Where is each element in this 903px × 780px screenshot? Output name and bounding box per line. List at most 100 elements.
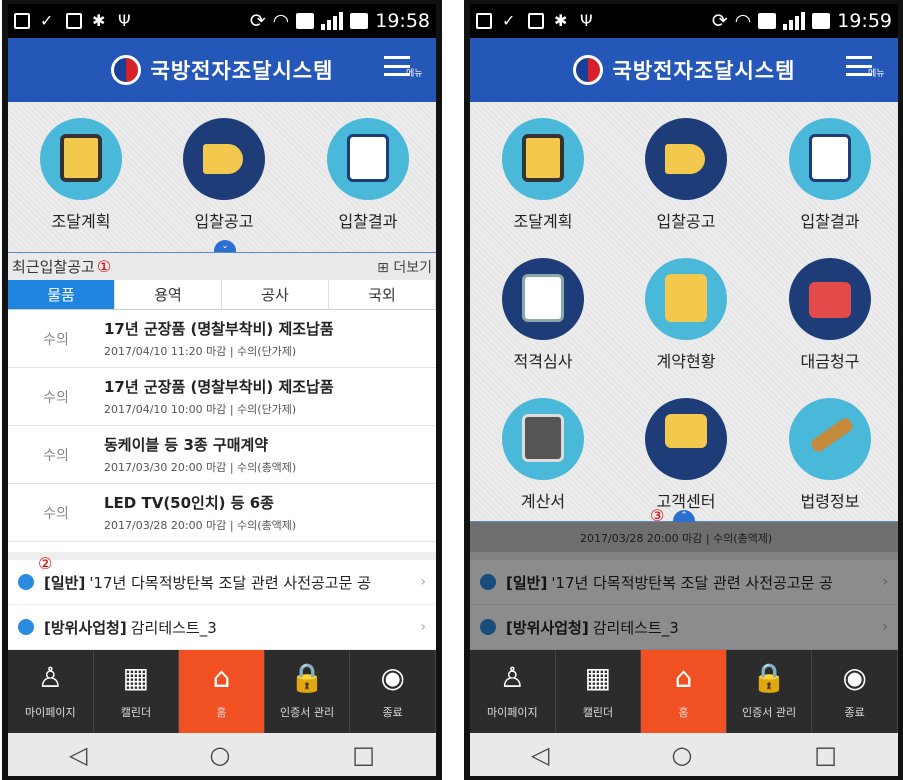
data-icon [296,13,315,29]
bid-type: 수의 [43,389,69,406]
nav-label: 인증서 관리 [280,706,335,719]
check-icon: ✓ [40,11,54,30]
gallery-icon [14,13,30,29]
tile-qualification-review[interactable]: 적격심사 [473,242,613,382]
status-bar: ✓ ✱ Ψ ⟳ ◠ 19:58 [8,4,436,38]
more-link[interactable]: ⊞ 더보기 [377,257,432,277]
nav-label: 홈 [678,706,689,719]
power-icon: ◉ [842,660,867,694]
bid-deadline: 2017/04/10 10:00 마감 | 수의(단가제) [104,403,297,416]
tile-bid-notice[interactable]: 입찰공고 [154,102,294,242]
status-bar: ✓ ✱ Ψ ⟳ ◠ 19:59 [470,4,898,38]
nav-calendar[interactable]: ▦ 캘린더 [556,650,642,733]
clipboard-icon [502,118,584,200]
search-document-icon [789,118,871,200]
tile-invoice[interactable]: 계산서 [473,382,613,522]
tab-overseas[interactable]: 국외 [329,280,436,309]
home-icon: ⌂ [212,660,231,694]
dim-overlay [470,522,898,650]
bid-row[interactable]: 수의 17년 군장품 (명찰부착비) 제조납품 2017/04/10 11:20 … [8,310,436,368]
home-circle-icon[interactable]: ○ [209,741,230,769]
battery-icon [350,13,369,29]
menu-button[interactable]: 메뉴 [384,56,424,86]
nav-home[interactable]: ⌂ 홈 [641,650,727,733]
tab-construction[interactable]: 공사 [222,280,329,309]
recent-bids-title: 최근입찰공고 [12,258,95,276]
nav-certificate[interactable]: 🔒 인증서 관리 [727,650,813,733]
bid-deadline: 2017/03/28 20:00 마감 | 수의(총액제) [104,519,297,532]
bug-icon: ✱ [92,11,106,30]
bid-row[interactable]: 수의 동케이블 등 3종 구매계약 2017/03/30 20:00 마감 | 수… [8,426,436,484]
gallery-icon [476,13,492,29]
tile-procurement-plan[interactable]: 조달계획 [11,102,151,242]
bid-row[interactable]: 수의 17년 군장품 (명찰부착비) 제조납품 2017/04/10 10:00 … [8,368,436,426]
home-circle-icon[interactable]: ○ [671,741,692,769]
menu-button[interactable]: 메뉴 [846,56,886,86]
nav-home[interactable]: ⌂ 홈 [179,650,265,733]
lock-icon: 🔒 [289,660,325,694]
recent-apps-icon[interactable]: □ [814,741,837,769]
nav-mypage[interactable]: ♙ 마이페이지 [8,650,94,733]
nav-exit[interactable]: ◉ 종료 [812,650,898,733]
tile-procurement-plan[interactable]: 조달계획 [473,102,613,242]
wifi-icon: ◠ [734,10,752,32]
tile-label: 고객센터 [656,492,716,511]
back-icon[interactable]: ◁ [531,741,549,769]
tile-bid-notice[interactable]: 입찰공고 [616,102,756,242]
tile-label: 법령정보 [800,492,860,511]
bug-icon: ✱ [554,11,568,30]
tile-payment-claim[interactable]: 대금청구 [760,242,898,382]
menu-grid: 조달계획 입찰공고 입찰결과 ⌄ [8,102,436,252]
annotation-marker-1: ① [96,257,112,276]
government-logo-icon [110,55,141,85]
tile-label: 입찰공고 [656,212,716,231]
calendar-icon: ▦ [122,660,150,694]
wifi-icon: ◠ [272,10,290,32]
status-time: 19:59 [837,10,892,32]
notice-item[interactable]: [방위사업청] 감리테스트_3 › [8,605,436,650]
gavel-icon [789,398,871,480]
clipboard-icon [40,118,122,200]
tile-customer-center[interactable]: 고객센터 [616,382,756,522]
search-document-icon [327,118,409,200]
recent-bids-panel: 최근입찰공고 ① ⊞ 더보기 물품 용역 공사 국외 수의 17년 군장품 (명… [8,252,436,552]
tile-label: 계산서 [520,492,566,511]
tile-bid-result[interactable]: 입찰결과 [298,102,436,242]
government-logo-icon [572,55,603,85]
calendar-icon: ▦ [584,660,612,694]
bid-title: 동케이블 등 3종 구매계약 [104,436,269,454]
menu-label: 메뉴 [406,69,423,79]
lock-icon: 🔒 [751,660,787,694]
bid-type: 수의 [43,505,69,522]
tab-services[interactable]: 용역 [115,280,222,309]
signal-icon [783,12,806,30]
tile-contract-status[interactable]: 계약현황 [616,242,756,382]
tile-law-info[interactable]: 법령정보 [760,382,898,522]
check-icon: ✓ [502,11,516,30]
megaphone-icon [645,118,727,200]
notice-list: ② [일반] '17년 다목적방탄복 조달 관련 사전공고문 공 › [방위사업… [8,552,436,650]
bid-title: 17년 군장품 (명찰부착비) 제조납품 [104,320,334,338]
calculator-icon [502,398,584,480]
app-header: 국방전자조달시스템 메뉴 [470,38,898,102]
tab-goods[interactable]: 물품 [8,280,115,309]
nav-calendar[interactable]: ▦ 캘린더 [94,650,180,733]
nav-label: 캘린더 [582,706,614,719]
nav-certificate[interactable]: 🔒 인증서 관리 [265,650,351,733]
notice-item[interactable]: [일반] '17년 다목적방탄복 조달 관련 사전공고문 공 › [8,560,436,605]
notice-category: [방위사업청] [44,618,127,637]
bid-row[interactable]: 수의 LED TV(50인치) 등 6종 2017/03/28 20:00 마감 … [8,484,436,542]
nav-exit[interactable]: ◉ 종료 [350,650,436,733]
bid-type: 수의 [43,331,69,348]
nav-label: 홈 [216,706,227,719]
bid-title: 17년 군장품 (명찰부착비) 제조납품 [104,378,334,396]
usb-icon: Ψ [118,11,131,30]
battery-saver-icon [66,13,82,29]
back-icon[interactable]: ◁ [69,741,87,769]
tile-bid-result[interactable]: 입찰결과 [760,102,898,242]
bottom-nav: ♙ 마이페이지 ▦ 캘린더 ⌂ 홈 🔒 인증서 관리 ◉ 종료 [470,650,898,733]
nav-mypage[interactable]: ♙ 마이페이지 [470,650,556,733]
category-tabs: 물품 용역 공사 국외 [8,280,436,310]
recent-apps-icon[interactable]: □ [352,741,375,769]
notice-text: '17년 다목적방탄복 조달 관련 사전공고문 공 [89,573,371,592]
